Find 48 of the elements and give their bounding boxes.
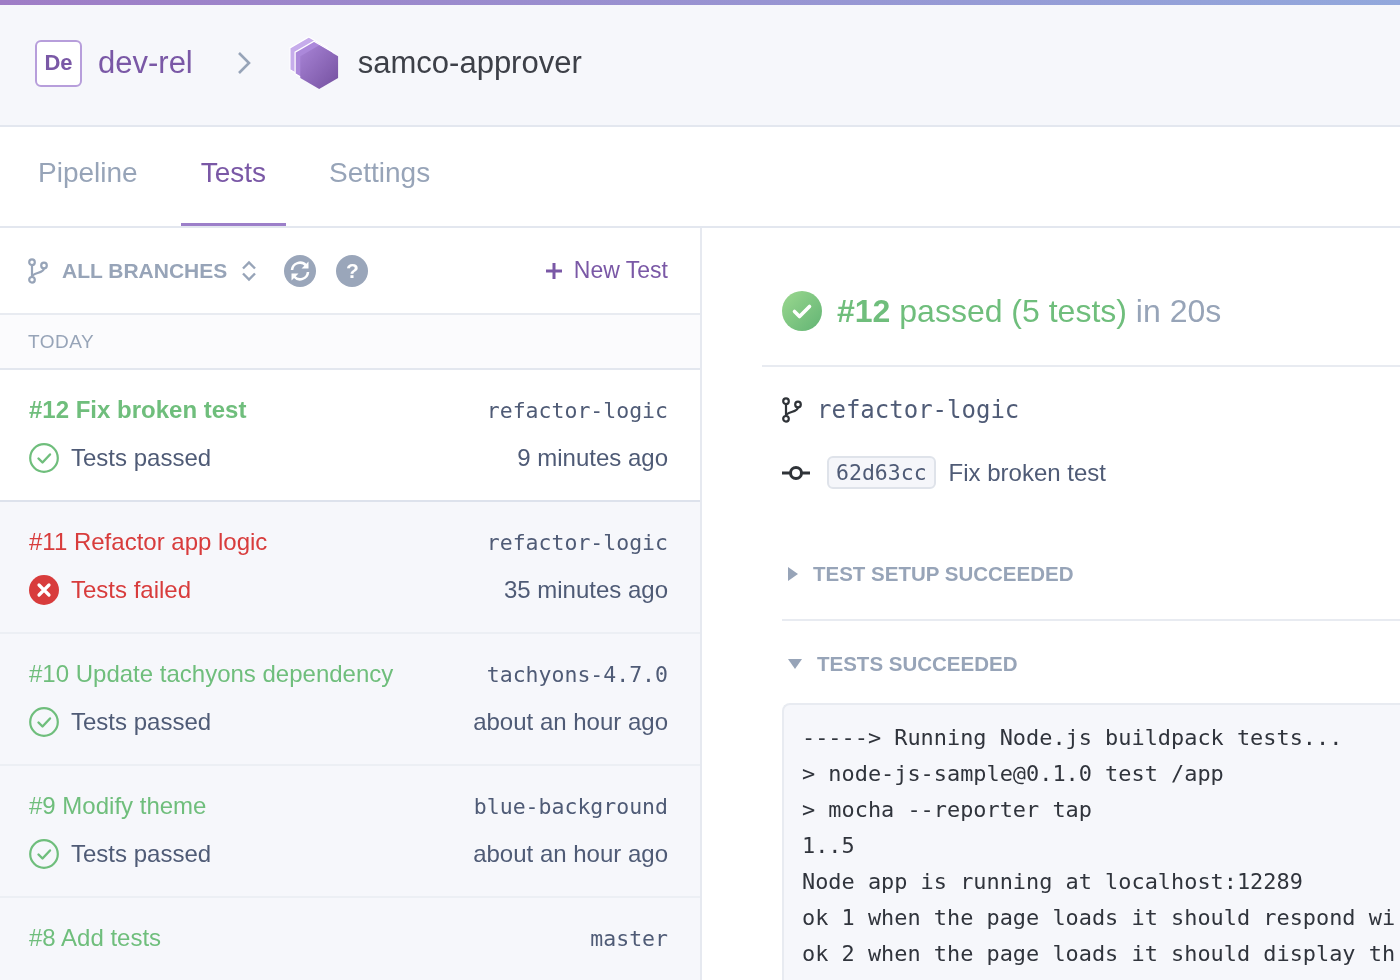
test-run-row[interactable]: #12 Fix broken test refactor-logic Tests passed 9 minutes ago bbox=[0, 370, 700, 502]
refresh-icon[interactable] bbox=[284, 254, 317, 287]
branch-name: master bbox=[590, 925, 668, 951]
run-title: #10 Update tachyons dependency bbox=[29, 660, 394, 688]
x-circle-icon bbox=[29, 575, 59, 605]
run-status: Tests failed bbox=[71, 576, 192, 604]
log-line: ok 1 when the page loads it should respond wi bbox=[802, 904, 1397, 932]
run-title: #11 Refactor app logic bbox=[29, 528, 268, 556]
log-line: Node app is running at localhost:12289 bbox=[802, 868, 1304, 896]
check-circle-icon bbox=[29, 707, 59, 737]
new-test-button[interactable]: New Test bbox=[545, 257, 668, 284]
app-name: samco-approver bbox=[357, 45, 582, 81]
run-time: about an hour ago bbox=[473, 708, 668, 736]
up-down-chevron-icon bbox=[241, 258, 258, 283]
log-line: > mocha --reporter tap bbox=[802, 796, 1093, 824]
branch-name: blue-background bbox=[473, 793, 668, 819]
run-title: #12 Fix broken test bbox=[29, 396, 247, 424]
log-line: -----> Running Node.js buildpack tests... bbox=[802, 724, 1344, 752]
hexagon-stack-icon bbox=[286, 36, 341, 90]
run-title: #9 Modify theme bbox=[29, 792, 207, 820]
branch-name: refactor-logic bbox=[817, 396, 1020, 424]
plus-icon bbox=[545, 262, 562, 279]
run-status: Tests passed bbox=[71, 840, 212, 868]
run-status: Tests passed bbox=[71, 708, 212, 736]
branch-name: tachyons-4.7.0 bbox=[486, 661, 668, 687]
commit-message: Fix broken test bbox=[948, 458, 1106, 487]
check-circle-icon bbox=[29, 839, 59, 869]
run-time: 35 minutes ago bbox=[503, 576, 668, 604]
log-line: 1..5 bbox=[802, 832, 856, 860]
run-time: about an hour ago bbox=[473, 840, 668, 868]
run-title: #8 Add tests bbox=[29, 924, 162, 952]
date-group-heading: TODAY bbox=[0, 315, 700, 370]
commit-icon bbox=[782, 464, 810, 481]
run-summary: #12 passed (5 tests) in 20s bbox=[837, 292, 1222, 330]
branch-name: refactor-logic bbox=[486, 529, 668, 555]
check-circle-icon bbox=[29, 443, 59, 473]
branch-icon bbox=[782, 397, 802, 423]
branch-name: refactor-logic bbox=[486, 397, 668, 423]
log-line: > node-js-sample@0.1.0 test /app bbox=[802, 760, 1225, 788]
run-time: 9 minutes ago bbox=[517, 444, 668, 472]
branch-icon bbox=[28, 257, 48, 284]
commit-hash: 62d63cc bbox=[827, 456, 936, 489]
team-link[interactable]: dev-rel bbox=[98, 45, 193, 81]
run-status: Tests passed bbox=[71, 444, 212, 472]
chevron-right-icon bbox=[235, 50, 252, 76]
team-avatar: De bbox=[35, 39, 82, 87]
check-circle-icon bbox=[782, 291, 822, 331]
log-line: ok 2 when the page loads it should display th bbox=[802, 940, 1397, 968]
